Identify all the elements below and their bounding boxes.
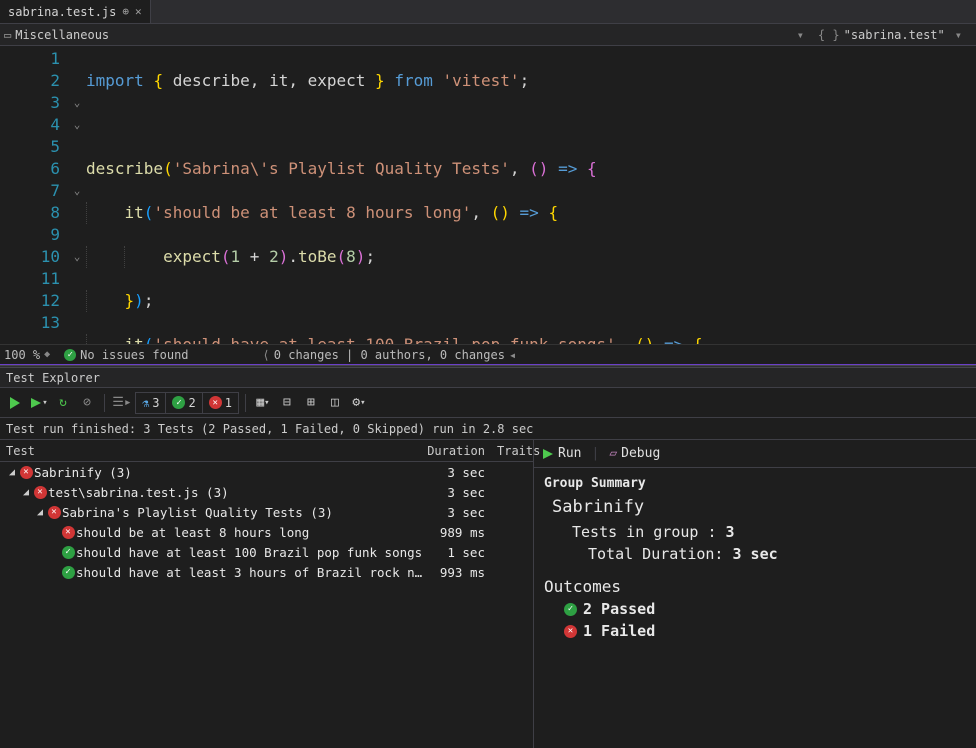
detail-body: Group Summary Sabrinify Tests in group :… — [534, 468, 976, 648]
context-scope[interactable]: { } "sabrina.test" ▾ — [810, 28, 976, 42]
detail-toolbar: Run | ▱ Debug — [534, 440, 976, 468]
group-name: Sabrinify — [552, 497, 966, 517]
fail-icon: ✕ — [60, 526, 76, 539]
close-icon[interactable]: ✕ — [135, 5, 142, 18]
settings-button[interactable]: ⚙▾ — [348, 392, 370, 414]
test-name: should have at least 3 hours of Brazil r… — [76, 565, 423, 580]
tree-expander-icon[interactable]: ◢ — [6, 467, 18, 478]
code-editor[interactable]: 12345678910111213 ⌄⌄⌄⌄ import { describe… — [0, 46, 976, 344]
test-explorer-body: Test Duration Traits ◢✕ Sabrinify (3)3 s… — [0, 440, 976, 748]
test-duration: 3 sec — [423, 485, 493, 500]
project-scope[interactable]: Miscellaneous — [15, 28, 109, 42]
fail-icon: ✕ — [32, 486, 48, 499]
test-duration: 3 sec — [423, 465, 493, 480]
test-tree-row[interactable]: ◢✕ Sabrinify (3)3 sec — [0, 462, 533, 482]
folding-column[interactable]: ⌄⌄⌄⌄ — [68, 46, 86, 344]
editor-tab-bar: sabrina.test.js ⊕ ✕ — [0, 0, 976, 24]
test-duration: 3 sec — [423, 505, 493, 520]
pin-icon[interactable]: ⊕ — [122, 5, 129, 18]
project-scope-icon: ▭ — [4, 28, 11, 42]
test-explorer-toolbar: ▾ ↻ ⊘ ☰▸ ⚗3 ✓2 ✕1 ▦▾ ⊟ ⊞ ◫ ⚙▾ — [0, 388, 976, 418]
tests-in-group: Tests in group : 3 — [572, 523, 966, 541]
playlist-button[interactable]: ☰▸ — [111, 392, 133, 414]
detail-run-button[interactable]: Run — [542, 446, 581, 461]
outcomes-heading: Outcomes — [544, 577, 966, 596]
outcome-passed[interactable]: ✓ 2 Passed — [564, 600, 966, 618]
test-name: should have at least 100 Brazil pop funk… — [76, 545, 423, 560]
test-tree-row[interactable]: ◢✕ Sabrina's Playlist Quality Tests (3)3… — [0, 502, 533, 522]
columns-button[interactable]: ⊞ — [300, 392, 322, 414]
run-status-line: Test run finished: 3 Tests (2 Passed, 1 … — [0, 418, 976, 440]
test-name: Sabrina's Playlist Quality Tests (3) — [62, 505, 423, 520]
test-name: should be at least 8 hours long — [76, 525, 423, 540]
test-name: Sabrinify (3) — [34, 465, 423, 480]
outcome-filter: ⚗3 ✓2 ✕1 — [135, 392, 239, 414]
cancel-button[interactable]: ⊘ — [76, 392, 98, 414]
test-detail-pane: Run | ▱ Debug Group Summary Sabrinify Te… — [534, 440, 976, 748]
fail-icon: ✕ — [46, 506, 62, 519]
line-number-gutter: 12345678910111213 — [0, 46, 68, 344]
column-traits[interactable]: Traits — [493, 444, 533, 458]
test-name: test\sabrina.test.js (3) — [48, 485, 423, 500]
navigation-bar: ▭ Miscellaneous ▾ { } "sabrina.test" ▾ — [0, 24, 976, 46]
chevron-down-icon[interactable]: ▾ — [791, 28, 810, 42]
filter-failed[interactable]: ✕1 — [203, 393, 238, 413]
tree-expander-icon[interactable]: ◢ — [20, 487, 32, 498]
chevron-down-icon[interactable]: ▾ — [949, 28, 968, 42]
test-duration: 993 ms — [423, 565, 493, 580]
column-duration[interactable]: Duration — [423, 444, 493, 458]
column-test[interactable]: Test — [0, 444, 423, 458]
test-duration: 989 ms — [423, 525, 493, 540]
editor-status-bar: 100 % ◆ ✓No issues found ⟨ 0 changes | 0… — [0, 344, 976, 364]
editor-tab[interactable]: sabrina.test.js ⊕ ✕ — [0, 0, 151, 23]
tab-filename: sabrina.test.js — [8, 5, 116, 19]
test-explorer-title: Test Explorer — [0, 368, 976, 388]
group-by-button[interactable]: ⊟ — [276, 392, 298, 414]
test-tree-row[interactable]: ✕ should be at least 8 hours long989 ms — [0, 522, 533, 542]
zoom-level[interactable]: 100 % ◆ — [4, 348, 50, 362]
test-tree-pane: Test Duration Traits ◢✕ Sabrinify (3)3 s… — [0, 440, 534, 748]
code-content[interactable]: import { describe, it, expect } from 'vi… — [86, 46, 976, 344]
test-tree-row[interactable]: ◢✕ test\sabrina.test.js (3)3 sec — [0, 482, 533, 502]
layout-button[interactable]: ◫ — [324, 392, 346, 414]
fail-icon: ✕ — [564, 625, 577, 638]
total-duration: Total Duration: 3 sec — [588, 545, 966, 563]
tree-expander-icon[interactable]: ◢ — [34, 507, 46, 518]
filter-total[interactable]: ⚗3 — [136, 393, 166, 413]
issues-indicator[interactable]: ✓No issues found — [64, 348, 188, 362]
fail-icon: ✕ — [18, 466, 34, 479]
run-button[interactable]: ▾ — [28, 392, 50, 414]
changes-indicator[interactable]: ⟨ 0 changes | 0 authors, 0 changes ◂ — [263, 348, 517, 362]
repeat-button[interactable]: ↻ — [52, 392, 74, 414]
test-tree[interactable]: ◢✕ Sabrinify (3)3 sec◢✕ test\sabrina.tes… — [0, 462, 533, 748]
detail-debug-button[interactable]: ▱ Debug — [609, 446, 660, 461]
group-summary-heading: Group Summary — [544, 476, 966, 491]
filter-passed[interactable]: ✓2 — [166, 393, 202, 413]
outcome-failed[interactable]: ✕ 1 Failed — [564, 622, 966, 640]
pass-icon: ✓ — [60, 566, 76, 579]
test-duration: 1 sec — [423, 545, 493, 560]
debug-icon: ▱ — [609, 446, 617, 461]
run-all-button[interactable] — [4, 392, 26, 414]
test-tree-row[interactable]: ✓ should have at least 3 hours of Brazil… — [0, 562, 533, 582]
view-button[interactable]: ▦▾ — [252, 392, 274, 414]
context-label: "sabrina.test" — [844, 28, 945, 42]
test-tree-row[interactable]: ✓ should have at least 100 Brazil pop fu… — [0, 542, 533, 562]
pass-icon: ✓ — [564, 603, 577, 616]
pass-icon: ✓ — [60, 546, 76, 559]
tree-columns-header: Test Duration Traits — [0, 440, 533, 462]
